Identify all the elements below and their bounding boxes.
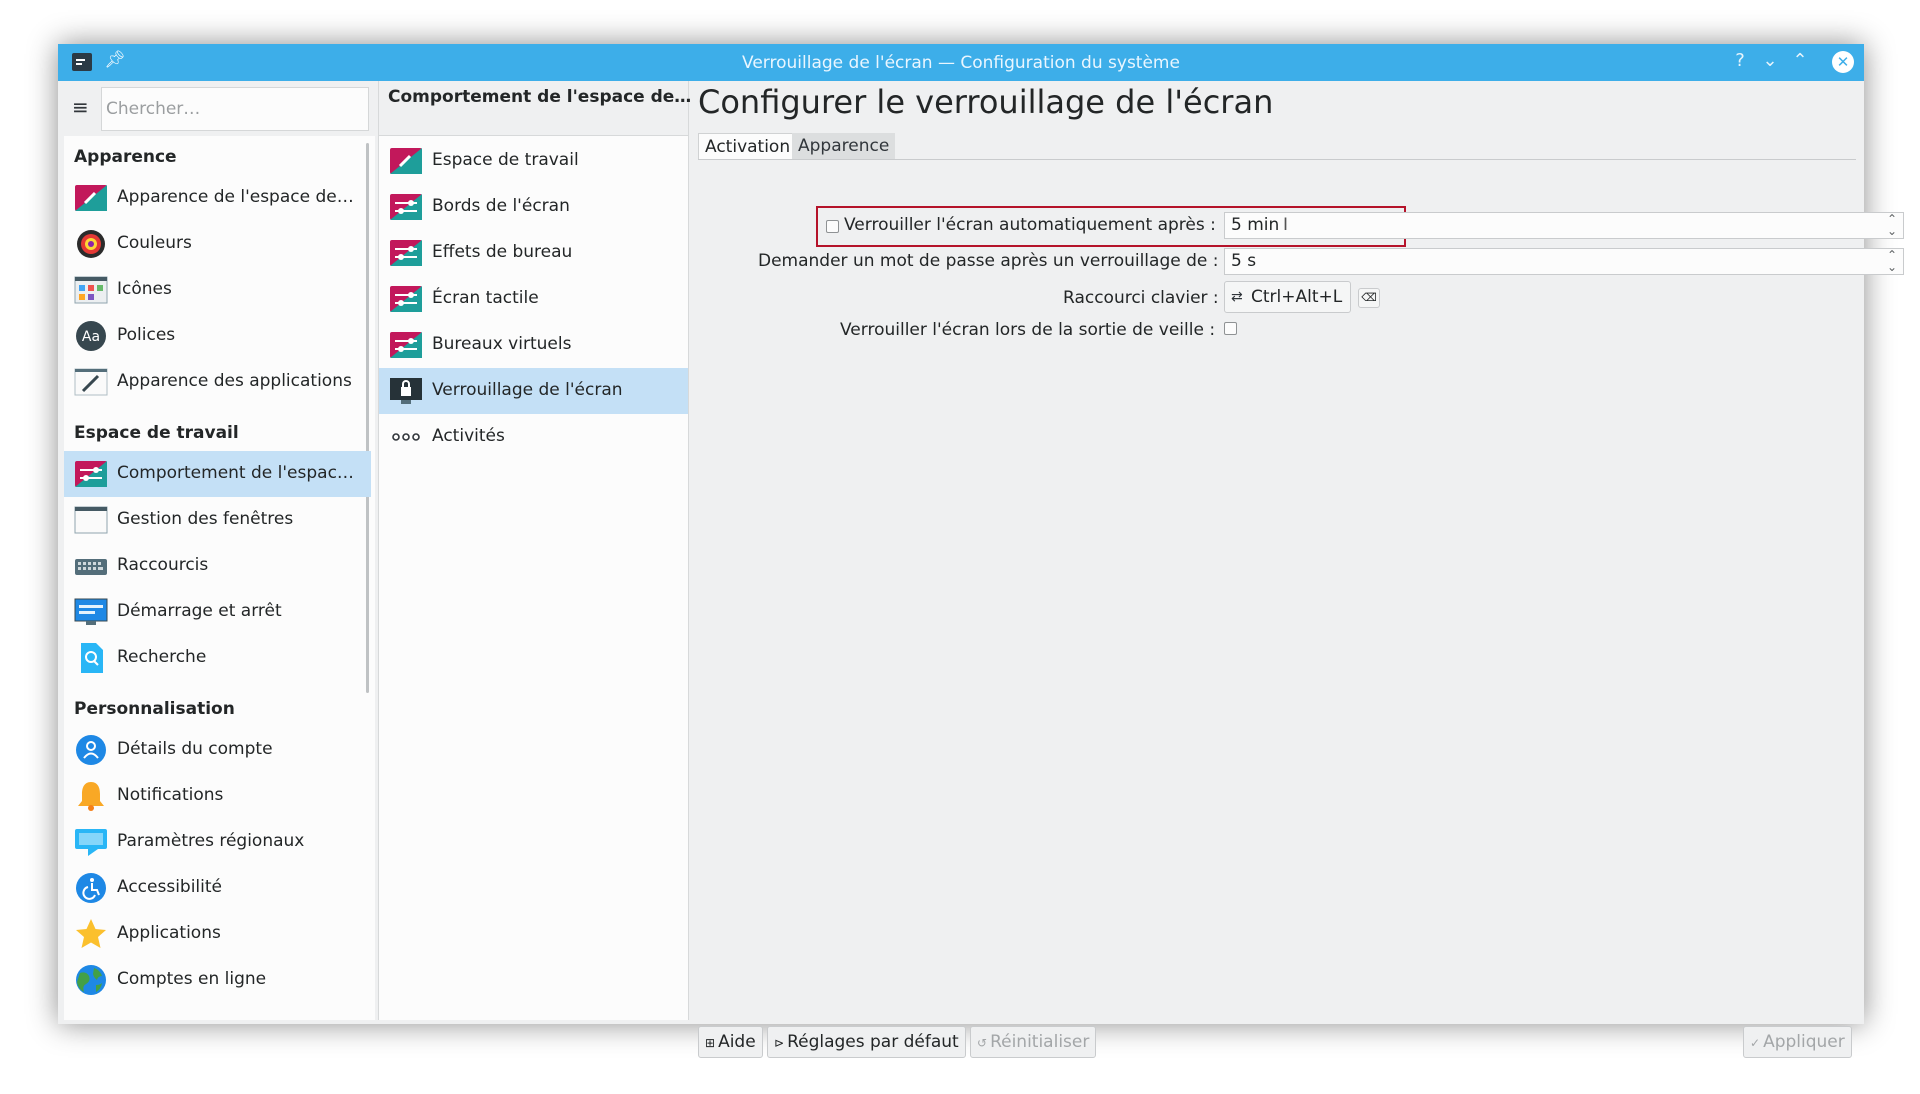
minimize-icon[interactable]: ⌄ <box>1758 50 1782 71</box>
subcategory-header: Comportement de l'espace de… <box>379 81 691 136</box>
password-delay-spinbox[interactable]: 5 s ⌃ ⌄ <box>1224 248 1904 275</box>
svg-text:Aa: Aa <box>82 329 100 345</box>
star-icon <box>76 919 106 948</box>
reset-icon: ↺ <box>977 1036 988 1050</box>
sidebar-item-regional[interactable]: Paramètres régionaux <box>64 819 371 865</box>
sidebar-item-fonts[interactable]: Aa Polices <box>64 313 371 359</box>
shortcut-swap-icon: ⇄ <box>1231 289 1243 305</box>
sidebar-item-search[interactable]: Recherche <box>64 635 371 681</box>
defaults-icon: ⊳ <box>774 1036 785 1050</box>
resume-lock-label: Verrouiller l'écran lors de la sortie de… <box>840 320 1216 340</box>
lock-screen-icon <box>390 378 422 404</box>
subcategory-item-desktop-effects[interactable]: Effets de bureau <box>379 230 688 276</box>
sidebar-item-window-management[interactable]: Gestion des fenêtres <box>64 497 371 543</box>
subcategory-item-virtual-desktops[interactable]: Bureaux virtuels <box>379 322 688 368</box>
touch-screen-icon <box>390 286 422 312</box>
window-management-icon <box>74 506 108 534</box>
sidebar-item-shortcuts[interactable]: Raccourcis <box>64 543 371 589</box>
auto-lock-checkbox[interactable] <box>826 220 839 233</box>
sidebar-item-online-accounts[interactable]: Comptes en ligne <box>64 957 371 1003</box>
sidebar-item-accessibility[interactable]: Accessibilité <box>64 865 371 911</box>
user-icon <box>76 735 106 765</box>
page-title: Configurer le verrouillage de l'écran <box>698 83 1274 121</box>
sidebar-item-colors[interactable]: Couleurs <box>64 221 371 267</box>
tab-activation[interactable]: Activation <box>698 133 798 160</box>
screen-edges-icon <box>390 194 422 220</box>
subcategory-item-screen-edges[interactable]: Bords de l'écran <box>379 184 688 230</box>
sidebar-item-workspace-theme[interactable]: Apparence de l'espace de… <box>64 175 371 221</box>
clear-shortcut-icon[interactable]: ⌫ <box>1358 288 1380 308</box>
spin-arrows-icon[interactable]: ⌃ ⌄ <box>1887 249 1897 273</box>
subcategory-pane: Comportement de l'espace de… Espace de t… <box>378 81 691 1020</box>
workspace-behavior-icon <box>75 461 107 487</box>
reset-button[interactable]: ↺ Réinitialiser <box>970 1026 1097 1058</box>
fonts-icon: Aa <box>76 321 106 351</box>
workspace-icon <box>390 148 422 174</box>
colors-icon <box>77 230 105 258</box>
sidebar-item-startup[interactable]: Démarrage et arrêt <box>64 589 371 635</box>
auto-lock-spinbox[interactable]: 5 min ⌃ ⌄ <box>1224 212 1904 239</box>
bell-icon <box>78 782 104 811</box>
section-title-workspace: Espace de travail <box>74 423 239 443</box>
tab-divider <box>698 159 1856 160</box>
password-delay-label: Demander un mot de passe après un verrou… <box>758 251 1219 271</box>
globe-icon <box>76 965 106 995</box>
window-title: Verrouillage de l'écran — Configuration … <box>742 53 1180 73</box>
spin-arrows-icon[interactable]: ⌃ ⌄ <box>1887 213 1897 237</box>
search-row: ≡ <box>64 81 375 136</box>
app-style-icon <box>74 368 108 396</box>
sidebar-item-app-style[interactable]: Apparence des applications <box>64 359 371 405</box>
keyboard-icon <box>75 559 107 575</box>
section-title-apparence: Apparence <box>74 147 177 167</box>
virtual-desktops-icon <box>390 332 422 358</box>
sidebar: ≡ Apparence Apparence de l'espace de… Co… <box>64 81 375 1020</box>
startup-shutdown-icon <box>74 598 108 625</box>
apply-button[interactable]: ✓ Appliquer <box>1743 1026 1852 1058</box>
sidebar-item-applications[interactable]: Applications <box>64 911 371 957</box>
desktop-effects-icon <box>390 240 422 266</box>
accessibility-icon <box>76 873 106 903</box>
resume-lock-checkbox[interactable] <box>1224 322 1237 335</box>
shortcut-label: Raccourci clavier : <box>1063 288 1219 308</box>
sidebar-item-icons[interactable]: Icônes <box>64 267 371 313</box>
apply-icon: ✓ <box>1750 1036 1761 1050</box>
search-icon <box>81 643 103 673</box>
activities-icon <box>392 433 420 441</box>
section-title-personalization: Personnalisation <box>74 699 235 719</box>
search-input[interactable] <box>101 87 369 131</box>
subcategory-item-workspace[interactable]: Espace de travail <box>379 138 688 184</box>
icons-icon <box>74 276 108 304</box>
help-icon[interactable]: ? <box>1728 50 1752 71</box>
help-button-icon: ⊞ <box>705 1036 716 1050</box>
hamburger-menu-icon[interactable]: ≡ <box>72 95 89 119</box>
shortcut-button[interactable]: ⇄ Ctrl+Alt+L <box>1224 281 1351 313</box>
maximize-icon[interactable]: ⌃ <box>1788 50 1812 71</box>
subcategory-item-activities[interactable]: Activités <box>379 414 688 460</box>
tab-appearance[interactable]: Apparence <box>792 133 896 159</box>
auto-lock-label: Verrouiller l'écran automatiquement aprè… <box>844 215 1216 235</box>
close-icon[interactable]: ✕ <box>1832 51 1854 73</box>
sidebar-item-account[interactable]: Détails du compte <box>64 727 371 773</box>
settings-window: 📌︎ Verrouillage de l'écran — Configurati… <box>58 44 1904 1058</box>
sidebar-item-workspace-behavior[interactable]: Comportement de l'espac… <box>64 451 371 497</box>
help-button[interactable]: ⊞ Aide <box>698 1026 763 1058</box>
defaults-button[interactable]: ⊳ Réglages par défaut <box>767 1026 966 1058</box>
sidebar-item-notifications[interactable]: Notifications <box>64 773 371 819</box>
subcategory-item-touch-screen[interactable]: Écran tactile <box>379 276 688 322</box>
regional-icon <box>75 829 107 856</box>
text-cursor-icon: I <box>1283 215 1289 235</box>
workspace-theme-icon <box>75 185 107 211</box>
title-bar: 📌︎ Verrouillage de l'écran — Configurati… <box>58 44 1864 81</box>
subcategory-item-screen-lock[interactable]: Verrouillage de l'écran <box>379 368 688 414</box>
